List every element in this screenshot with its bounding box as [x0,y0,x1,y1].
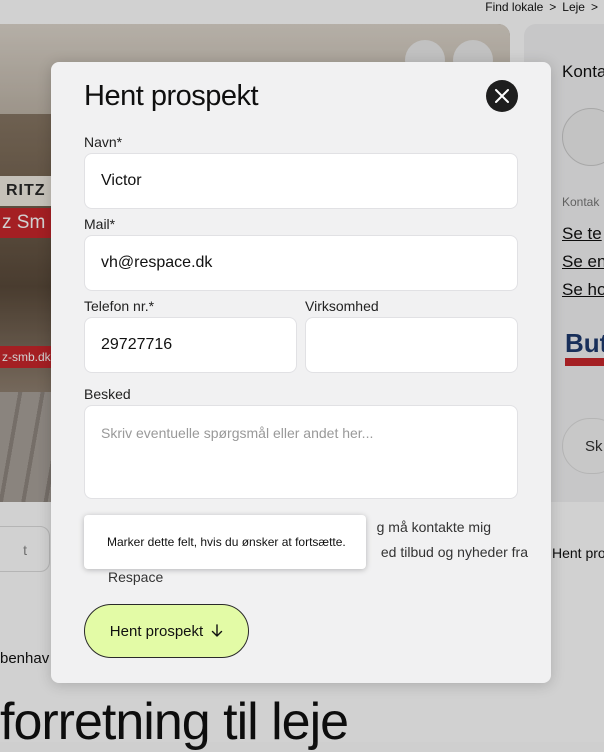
telefon-input[interactable]: 29727716 [84,317,297,373]
close-button[interactable] [486,80,518,112]
submit-label: Hent prospekt [109,622,204,640]
navn-input[interactable]: Victor [84,153,518,209]
close-icon [495,89,509,103]
mail-input[interactable]: vh@respace.dk [84,235,518,291]
besked-label: Besked [84,386,131,402]
besked-textarea[interactable]: Skriv eventuelle spørgsmål eller andet h… [84,405,518,499]
arrow-down-icon [211,624,223,637]
virksomhed-input[interactable] [305,317,518,373]
modal-title: Hent prospekt [84,80,259,112]
navn-label: Navn* [84,134,123,150]
telefon-label: Telefon nr.* [84,298,155,314]
mail-label: Mail* [84,216,116,232]
validation-tooltip: Marker dette felt, hvis du ønsker at for… [84,515,366,569]
prospekt-modal: Hent prospekt Navn* Victor Mail* vh@resp… [51,62,551,683]
virksomhed-label: Virksomhed [305,298,379,314]
submit-button[interactable]: Hent prospekt [84,604,249,658]
